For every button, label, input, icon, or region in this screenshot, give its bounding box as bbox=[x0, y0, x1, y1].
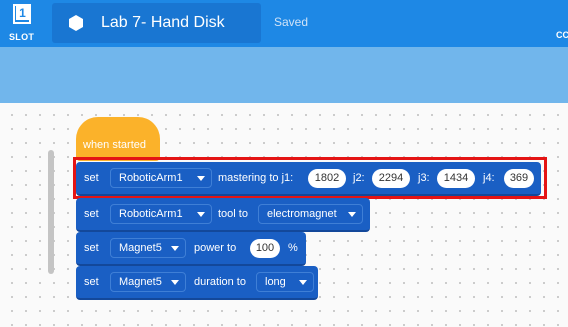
chevron-down-icon bbox=[299, 280, 307, 285]
hexagon-icon bbox=[69, 15, 83, 31]
when-started-block[interactable]: when started bbox=[76, 117, 160, 161]
chevron-down-icon bbox=[171, 246, 179, 251]
slot-label: SLOT bbox=[9, 32, 35, 42]
magnet-dropdown[interactable]: Magnet5 bbox=[110, 272, 186, 292]
magnet-dropdown-value: Magnet5 bbox=[119, 276, 162, 288]
save-status: Saved bbox=[274, 15, 309, 29]
power-input[interactable]: 100 bbox=[250, 239, 280, 258]
device-dropdown[interactable]: RoboticArm1 bbox=[110, 204, 212, 224]
chevron-down-icon bbox=[348, 212, 356, 217]
set-power-block[interactable]: set Magnet5 power to 100 % bbox=[76, 232, 306, 266]
slot-button[interactable]: 1 SLOT bbox=[0, 0, 47, 47]
project-title: Lab 7- Hand Disk bbox=[101, 14, 225, 31]
slot-icon: 1 bbox=[13, 4, 31, 24]
chevron-down-icon bbox=[197, 212, 205, 217]
tool-dropdown[interactable]: electromagnet bbox=[258, 204, 363, 224]
selection-highlight bbox=[73, 157, 547, 199]
set-keyword: set bbox=[84, 242, 99, 254]
top-app-bar: 1 SLOT Lab 7- Hand Disk Saved CC bbox=[0, 0, 568, 47]
when-started-label: when started bbox=[83, 139, 146, 151]
project-title-box[interactable]: Lab 7- Hand Disk bbox=[52, 3, 261, 43]
magnet-dropdown-value: Magnet5 bbox=[119, 242, 162, 254]
truncated-menu-label[interactable]: CC bbox=[556, 30, 568, 40]
set-duration-block[interactable]: set Magnet5 duration to long bbox=[76, 266, 318, 300]
vertical-scrollbar[interactable] bbox=[48, 150, 54, 274]
set-tool-block[interactable]: set RoboticArm1 tool to electromagnet bbox=[76, 198, 370, 232]
toolbar-strip bbox=[0, 47, 568, 103]
set-keyword: set bbox=[84, 276, 99, 288]
duration-dropdown-value: long bbox=[265, 276, 286, 288]
duration-label: duration to bbox=[194, 276, 246, 288]
power-label: power to bbox=[194, 242, 237, 254]
set-keyword: set bbox=[84, 208, 99, 220]
percent-label: % bbox=[288, 242, 298, 254]
device-dropdown-value: RoboticArm1 bbox=[119, 208, 183, 220]
duration-dropdown[interactable]: long bbox=[256, 272, 314, 292]
chevron-down-icon bbox=[171, 280, 179, 285]
tool-label: tool to bbox=[218, 208, 248, 220]
tool-dropdown-value: electromagnet bbox=[267, 208, 337, 220]
slot-number: 1 bbox=[16, 6, 29, 20]
magnet-dropdown[interactable]: Magnet5 bbox=[110, 238, 186, 258]
